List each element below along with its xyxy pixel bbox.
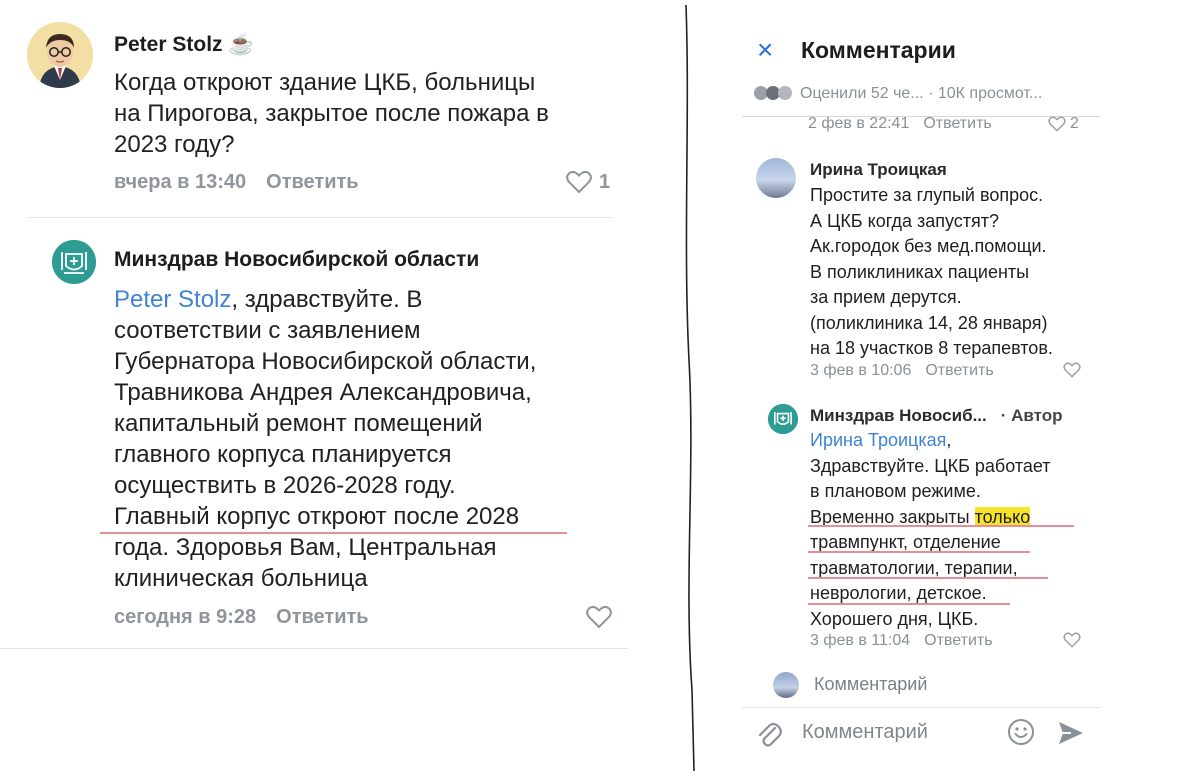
divider [742, 707, 1100, 708]
heart-icon[interactable] [1063, 632, 1081, 648]
comment-meta: 3 фев в 11:04 Ответить [810, 632, 993, 650]
reply-button[interactable]: Ответить [923, 115, 991, 132]
comment-prompt[interactable]: Комментарий [814, 674, 927, 695]
highlighted-word: только [974, 506, 1031, 527]
avatar [773, 672, 799, 698]
send-icon[interactable] [1057, 720, 1085, 746]
heart-icon[interactable] [1063, 362, 1081, 378]
avatar-irina[interactable] [756, 158, 796, 198]
comment-input[interactable]: Комментарий [802, 721, 928, 744]
reply-button[interactable]: Ответить [924, 632, 992, 649]
comment-meta: 2 фев в 22:41 Ответить [808, 115, 992, 133]
red-underline [808, 577, 1048, 579]
author-badge: · Автор [1000, 406, 1063, 425]
red-underline [808, 603, 1010, 605]
comment-author[interactable]: Минздрав Новосиб... · Автор [810, 406, 1063, 426]
red-underline [808, 551, 1030, 553]
reply-button[interactable]: Ответить [925, 362, 993, 379]
post-stats[interactable]: Оценили 52 че... · 10К просмот... [800, 85, 1042, 103]
heart-icon[interactable] [1048, 116, 1066, 132]
comment-text: Ирина Троицкая, Здравствуйте. ЦКБ работа… [810, 430, 1051, 629]
comment-author[interactable]: Ирина Троицкая [810, 160, 947, 180]
page-title: Комментарии [801, 37, 956, 63]
right-screenshot-panel: × Комментарии Оценили 52 че... · 10К про… [742, 0, 1100, 771]
mention-link[interactable]: Ирина Троицкая [810, 430, 946, 450]
coat-of-arms-icon [768, 404, 798, 434]
avatar-minzdrav[interactable] [768, 404, 798, 434]
avatar [778, 86, 792, 100]
comment-time: 3 фев в 11:04 [810, 632, 911, 649]
paperclip-icon[interactable] [756, 718, 782, 748]
comment-time: 3 фев в 10:06 [810, 362, 912, 379]
comment-meta: 3 фев в 10:06 Ответить [810, 362, 994, 380]
comment-time: 2 фев в 22:41 [808, 115, 910, 132]
close-icon[interactable]: × [757, 36, 773, 64]
like-count: 2 [1070, 115, 1079, 132]
emoji-icon[interactable] [1007, 718, 1035, 746]
comment-text: Простите за глупый вопрос. А ЦКБ когда з… [810, 185, 1053, 358]
red-underline [808, 525, 1074, 527]
